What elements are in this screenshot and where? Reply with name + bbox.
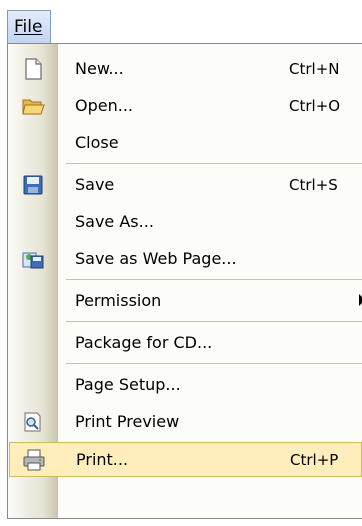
menu-item-save-as-web-page[interactable]: Save as Web Page... [9,240,362,277]
file-menu-tab[interactable]: File [7,10,51,44]
menu-separator [66,321,362,322]
menu-separator [66,163,362,164]
menu-item-shortcut: Ctrl+S [289,175,338,194]
menu-separator [66,279,362,280]
menu-item-shortcut: Ctrl+N [289,59,340,78]
menu-item-label: Package for CD... [75,333,213,352]
print-preview-icon [24,412,41,432]
file-menu-label: File [14,17,43,37]
menu-item-print[interactable]: Print... Ctrl+P [9,442,362,477]
menu-item-new[interactable]: New... Ctrl+N [9,50,362,87]
menu-item-label: New... [75,59,124,78]
menu-item-label: Save As... [75,212,154,231]
menu-item-label: Save as Web Page... [75,249,237,268]
menu-item-save[interactable]: Save Ctrl+S [9,166,362,203]
menu-item-label: Open... [75,96,133,115]
file-dropdown-menu: New... Ctrl+N Open... Ctrl+O Close Save … [7,43,362,519]
menu-separator [66,363,362,364]
menu-item-print-preview[interactable]: Print Preview [9,403,362,440]
printer-icon [23,449,45,471]
menu-item-label: Print... [76,450,129,469]
open-folder-icon [22,99,45,115]
save-web-page-icon [22,252,44,269]
menu-item-package-for-cd[interactable]: Package for CD... [9,324,362,361]
menu-item-page-setup[interactable]: Page Setup... [9,366,362,403]
menu-item-save-as[interactable]: Save As... [9,203,362,240]
menu-item-permission[interactable]: Permission [9,282,362,319]
menu-item-label: Save [75,175,115,194]
menu-item-label: Print Preview [75,412,180,431]
menu-bar: File [0,0,362,46]
new-document-icon [25,58,42,80]
menu-item-shortcut: Ctrl+O [289,96,341,115]
menu-item-open[interactable]: Open... Ctrl+O [9,87,362,124]
menu-item-label: Permission [75,291,162,310]
menu-item-label: Page Setup... [75,375,181,394]
menu-item-shortcut: Ctrl+P [290,450,339,469]
menu-item-close[interactable]: Close [9,124,362,161]
menu-item-label: Close [75,133,119,152]
save-disk-icon [23,175,43,195]
